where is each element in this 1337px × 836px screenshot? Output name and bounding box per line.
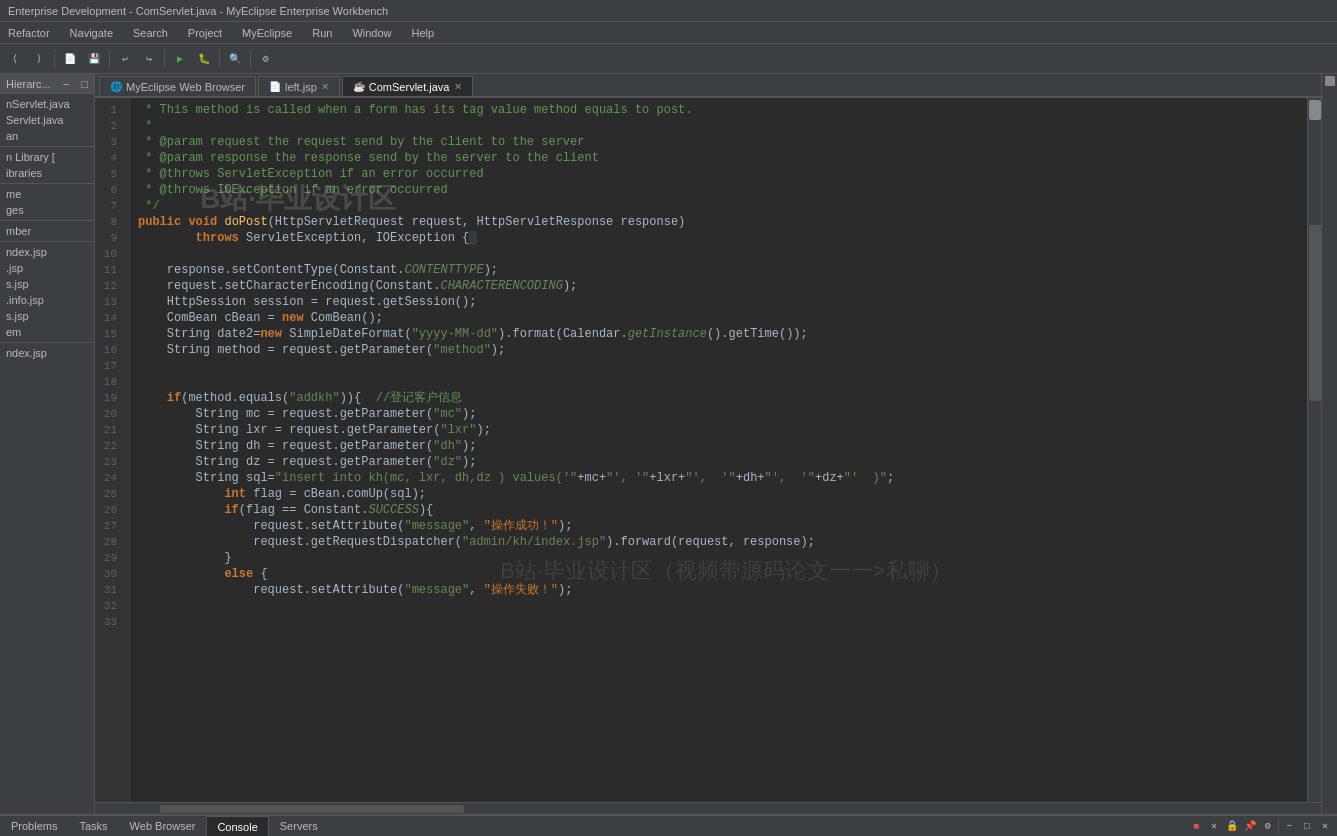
toolbar-sep-3 bbox=[164, 50, 165, 68]
sidebar-item-17[interactable]: em bbox=[0, 324, 94, 340]
sidebar-sep-3 bbox=[0, 220, 94, 221]
console-stop-btn[interactable]: ■ bbox=[1188, 818, 1204, 834]
toolbar-undo[interactable]: ↩ bbox=[114, 48, 136, 70]
tab-comservlet-label: ComServlet.java bbox=[369, 81, 450, 93]
sidebar-content: nServlet.java Servlet.java an n Library … bbox=[0, 94, 94, 814]
left-jsp-icon: 📄 bbox=[269, 81, 281, 92]
toolbar-debug[interactable]: 🐛 bbox=[193, 48, 215, 70]
sidebar-item-7[interactable]: me bbox=[0, 186, 94, 202]
toolbar-sep-1 bbox=[54, 50, 55, 68]
tab-console[interactable]: Console bbox=[206, 816, 268, 836]
toolbar-search[interactable]: 🔍 bbox=[224, 48, 246, 70]
sidebar-title: Hierarc... bbox=[6, 78, 51, 90]
title-bar: Enterprise Development - ComServlet.java… bbox=[0, 0, 1337, 22]
sidebar-item-2[interactable]: an bbox=[0, 128, 94, 144]
right-margin-marker bbox=[1325, 76, 1335, 86]
menu-bar: Refactor Navigate Search Project MyEclip… bbox=[0, 22, 1337, 44]
bottom-maximize[interactable]: □ bbox=[1299, 818, 1315, 834]
sidebar-sep-1 bbox=[0, 146, 94, 147]
bottom-tabs-container: Problems Tasks Web Browser Console Serve… bbox=[0, 816, 1184, 836]
sidebar-sep-2 bbox=[0, 183, 94, 184]
right-margin bbox=[1321, 74, 1337, 814]
comservlet-icon: ☕ bbox=[353, 81, 365, 92]
menu-search[interactable]: Search bbox=[129, 26, 172, 40]
menu-navigate[interactable]: Navigate bbox=[66, 26, 117, 40]
bottom-close[interactable]: ✕ bbox=[1317, 818, 1333, 834]
line-numbers: 12345 678910 1112131415 1617181920 21222… bbox=[95, 98, 130, 802]
code-editor: 12345 678910 1112131415 1617181920 21222… bbox=[95, 98, 1321, 802]
sidebar-item-19[interactable]: ndex.jsp bbox=[0, 345, 94, 361]
bottom-minimize[interactable]: − bbox=[1281, 818, 1297, 834]
toolbar-sep-4 bbox=[219, 50, 220, 68]
sidebar-item-12[interactable]: ndex.jsp bbox=[0, 244, 94, 260]
tab-web-browser[interactable]: 🌐 MyEclipse Web Browser bbox=[99, 76, 256, 96]
tab-problems[interactable]: Problems bbox=[0, 816, 68, 836]
toolbar: ⟨ ⟩ 📄 💾 ↩ ↪ ▶ 🐛 🔍 ⚙ bbox=[0, 44, 1337, 74]
sidebar-item-13[interactable]: .jsp bbox=[0, 260, 94, 276]
sidebar-maximize[interactable]: □ bbox=[81, 78, 88, 90]
tab-web-browser-label: MyEclipse Web Browser bbox=[126, 81, 245, 93]
toolbar-back[interactable]: ⟨ bbox=[4, 48, 26, 70]
toolbar-new[interactable]: 📄 bbox=[59, 48, 81, 70]
web-browser-icon: 🌐 bbox=[110, 81, 122, 92]
console-pin[interactable]: 📌 bbox=[1242, 818, 1258, 834]
sidebar-item-1[interactable]: Servlet.java bbox=[0, 112, 94, 128]
toolbar-save[interactable]: 💾 bbox=[83, 48, 105, 70]
tab-servers[interactable]: Servers bbox=[269, 816, 329, 836]
title-text: Enterprise Development - ComServlet.java… bbox=[8, 5, 388, 17]
sidebar-sep-5 bbox=[0, 342, 94, 343]
menu-myeclipse[interactable]: MyEclipse bbox=[238, 26, 296, 40]
tab-web-browser-bottom[interactable]: Web Browser bbox=[119, 816, 207, 836]
toolbar-run[interactable]: ▶ bbox=[169, 48, 191, 70]
tab-left-jsp[interactable]: 📄 left.jsp ✕ bbox=[258, 76, 340, 96]
toolbar-redo[interactable]: ↪ bbox=[138, 48, 160, 70]
sidebar-item-5[interactable]: ibraries bbox=[0, 165, 94, 181]
toolbar-sep-5 bbox=[250, 50, 251, 68]
sidebar-sep-4 bbox=[0, 241, 94, 242]
menu-help[interactable]: Help bbox=[408, 26, 439, 40]
sidebar-minimize[interactable]: − bbox=[63, 78, 69, 90]
tab-tasks[interactable]: Tasks bbox=[68, 816, 118, 836]
tab-left-jsp-close[interactable]: ✕ bbox=[321, 81, 329, 92]
sidebar-item-14[interactable]: s.jsp bbox=[0, 276, 94, 292]
sidebar-item-15[interactable]: .info.jsp bbox=[0, 292, 94, 308]
sidebar: Hierarc... − □ nServlet.java Servlet.jav… bbox=[0, 74, 95, 814]
sidebar-item-10[interactable]: mber bbox=[0, 223, 94, 239]
bottom-toolbar: ■ ✕ 🔒 📌 ⚙ − □ ✕ bbox=[1184, 816, 1337, 836]
bottom-toolbar-sep bbox=[1278, 819, 1279, 833]
menu-run[interactable]: Run bbox=[308, 26, 336, 40]
menu-project[interactable]: Project bbox=[184, 26, 226, 40]
tab-comservlet[interactable]: ☕ ComServlet.java ✕ bbox=[342, 76, 473, 96]
sidebar-item-4[interactable]: n Library [ bbox=[0, 149, 94, 165]
toolbar-sep-2 bbox=[109, 50, 110, 68]
editor-area: 🌐 MyEclipse Web Browser 📄 left.jsp ✕ ☕ C… bbox=[95, 74, 1321, 814]
editor-scrollbar-v[interactable] bbox=[1307, 98, 1321, 802]
editor-scrollbar-h[interactable] bbox=[95, 802, 1321, 814]
sidebar-header: Hierarc... − □ bbox=[0, 74, 94, 94]
console-clear-btn[interactable]: ✕ bbox=[1206, 818, 1222, 834]
tab-comservlet-close[interactable]: ✕ bbox=[454, 81, 462, 92]
tab-left-jsp-label: left.jsp bbox=[285, 81, 317, 93]
code-content[interactable]: * This method is called when a form has … bbox=[130, 98, 1307, 802]
bottom-panel-header: Problems Tasks Web Browser Console Serve… bbox=[0, 816, 1337, 836]
sidebar-item-0[interactable]: nServlet.java bbox=[0, 96, 94, 112]
console-scroll-lock[interactable]: 🔒 bbox=[1224, 818, 1240, 834]
bottom-panel: Problems Tasks Web Browser Console Serve… bbox=[0, 814, 1337, 836]
main-layout: Hierarc... − □ nServlet.java Servlet.jav… bbox=[0, 74, 1337, 814]
console-settings[interactable]: ⚙ bbox=[1260, 818, 1276, 834]
menu-refactor[interactable]: Refactor bbox=[4, 26, 54, 40]
tab-bar: 🌐 MyEclipse Web Browser 📄 left.jsp ✕ ☕ C… bbox=[95, 74, 1321, 98]
toolbar-settings[interactable]: ⚙ bbox=[255, 48, 277, 70]
menu-window[interactable]: Window bbox=[348, 26, 395, 40]
sidebar-item-8[interactable]: ges bbox=[0, 202, 94, 218]
sidebar-item-16[interactable]: s.jsp bbox=[0, 308, 94, 324]
toolbar-forward[interactable]: ⟩ bbox=[28, 48, 50, 70]
